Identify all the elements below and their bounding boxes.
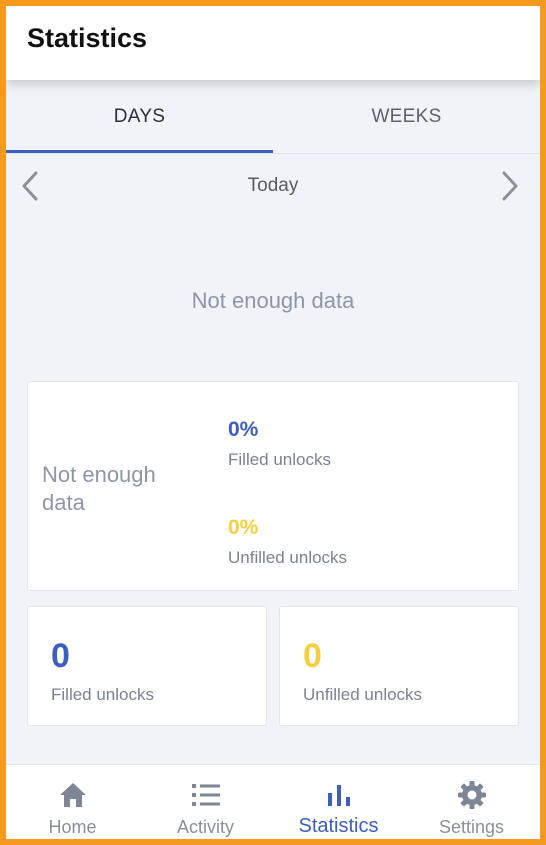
tab-weeks[interactable]: WEEKS [273, 80, 540, 154]
nav-item-home[interactable]: Home [6, 765, 139, 839]
app-bar: Statistics [6, 6, 540, 80]
home-icon [6, 779, 139, 811]
unfilled-count-value: 0 [303, 637, 322, 675]
nav-item-label: Home [48, 817, 97, 837]
chart-empty-message: Not enough data [191, 288, 355, 313]
unfilled-percent: 0% [228, 516, 259, 539]
date-label: Today [247, 175, 299, 196]
unfilled-count-label: Unfilled unlocks [303, 685, 423, 704]
filled-percent: 0% [228, 418, 259, 441]
list-icon [139, 779, 272, 811]
summary-empty-message: Not enough data [42, 462, 156, 515]
tabs-divider [6, 153, 540, 154]
chevron-right-icon[interactable] [492, 168, 528, 204]
filled-count-label: Filled unlocks [51, 685, 154, 704]
period-tabs: DAYS WEEKS [6, 80, 540, 154]
bottom-navigation: Home Activity Statistics Settings [6, 764, 540, 839]
nav-item-activity[interactable]: Activity [139, 765, 272, 839]
filled-count-value: 0 [51, 637, 70, 675]
nav-item-settings[interactable]: Settings [405, 765, 538, 839]
bar-chart-icon [272, 779, 405, 811]
filled-count-card: 0 Filled unlocks [27, 606, 267, 726]
unfilled-count-card: 0 Unfilled unlocks [279, 606, 519, 726]
summary-card: Not enough data 0% Filled unlocks 0% Unf… [27, 381, 519, 591]
nav-item-label: Activity [176, 817, 234, 837]
nav-item-label: Settings [438, 817, 505, 837]
page-title: Statistics [27, 23, 148, 53]
date-navigator: Today [6, 166, 540, 208]
app-screen: Statistics DAYS WEEKS Today Not enough d… [6, 6, 540, 839]
filled-percent-label: Filled unlocks [228, 450, 331, 469]
nav-item-label: Statistics [298, 815, 379, 837]
gear-icon [405, 779, 538, 811]
unfilled-percent-label: Unfilled unlocks [228, 548, 348, 567]
nav-item-statistics[interactable]: Statistics [272, 765, 405, 839]
tab-days[interactable]: DAYS [6, 80, 273, 154]
